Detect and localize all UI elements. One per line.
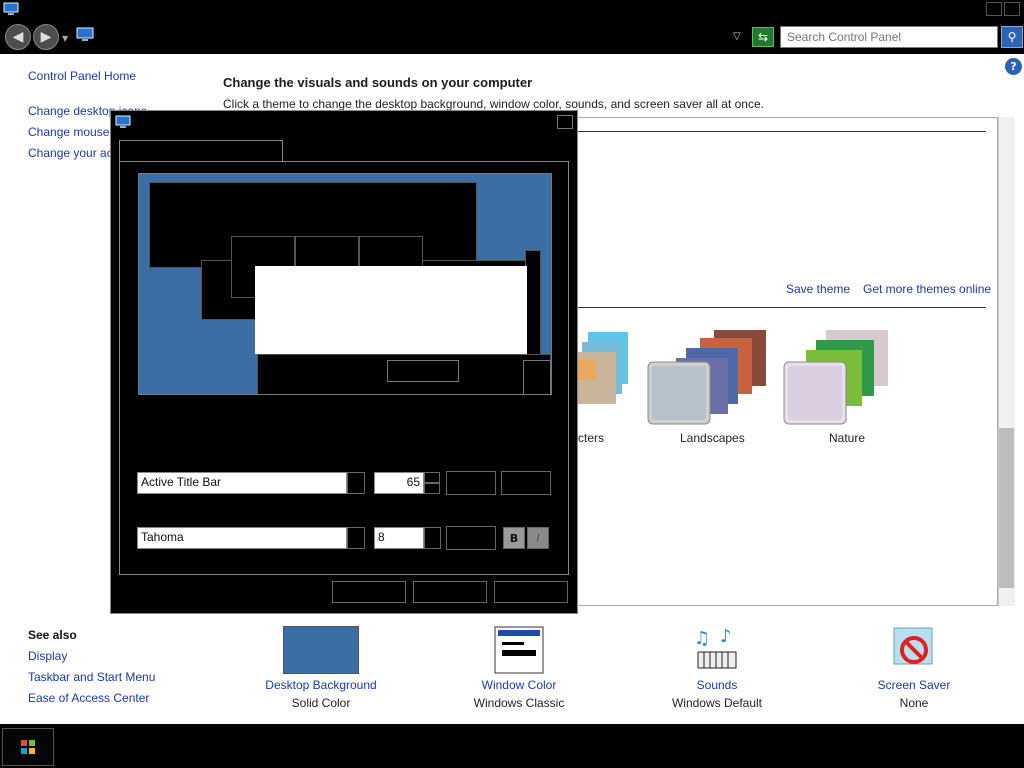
page-title: Change the visuals and sounds on your co… <box>223 75 533 90</box>
scrollbar-thumb[interactable] <box>999 428 1014 588</box>
bold-button[interactable]: B <box>503 527 525 549</box>
desktop-background-value: Solid Color <box>291 696 351 710</box>
search-icon: ⚲ <box>1007 30 1017 44</box>
item-size-spin-up[interactable] <box>424 472 440 483</box>
start-button[interactable] <box>2 728 54 766</box>
sounds-value: Windows Default <box>671 696 763 710</box>
navigation-bar: ◀ ▶ ▼ ▽ ⇆ ⚲ <box>0 20 1024 54</box>
get-more-themes-link[interactable]: Get more themes online <box>863 282 991 296</box>
window-color-link[interactable]: Window Color <box>439 678 599 692</box>
close-button[interactable] <box>1004 2 1020 16</box>
screen-saver-link[interactable]: Screen Saver <box>834 678 994 692</box>
appearance-preview[interactable] <box>138 173 552 395</box>
see-also-heading: See also <box>28 628 77 642</box>
theme-characters[interactable] <box>572 330 634 410</box>
window-color-value: Windows Classic <box>473 696 565 710</box>
item-select[interactable]: Active Title Bar <box>137 472 347 494</box>
item-select-dropdown-icon[interactable] <box>347 472 365 494</box>
address-control-panel-icon <box>76 27 94 46</box>
color1-picker[interactable] <box>446 471 496 495</box>
taskbar <box>0 724 1024 768</box>
svg-text:♫: ♫ <box>694 628 710 649</box>
screen-saver-value: None <box>899 696 929 710</box>
font-size-dropdown-icon[interactable] <box>424 527 441 549</box>
item-size-spin-down[interactable] <box>424 483 440 494</box>
desktop-background-link[interactable]: Desktop Background <box>241 678 401 692</box>
taskbar-start-menu-link[interactable]: Taskbar and Start Menu <box>28 670 155 684</box>
font-size-select[interactable]: 8 <box>374 527 424 549</box>
history-dropdown-icon[interactable]: ▼ <box>62 34 68 43</box>
screen-saver-icon[interactable] <box>890 624 940 674</box>
sounds-icon[interactable]: ♫ ♪ <box>692 626 742 674</box>
ok-button[interactable] <box>332 581 406 603</box>
font-select[interactable]: Tahoma <box>137 527 347 549</box>
sounds-link[interactable]: Sounds <box>637 678 797 692</box>
desktop-background-icon[interactable] <box>283 626 359 674</box>
apply-button[interactable] <box>494 581 568 603</box>
control-panel-home-link[interactable]: Control Panel Home <box>28 69 136 83</box>
title-bar <box>0 0 1024 20</box>
search-input[interactable] <box>780 26 998 48</box>
display-link[interactable]: Display <box>28 649 67 663</box>
window-color-icon[interactable] <box>494 626 544 674</box>
svg-text:♪: ♪ <box>720 626 732 647</box>
color2-picker[interactable] <box>501 471 551 495</box>
back-arrow-icon: ◀ <box>12 29 24 45</box>
font-color-picker[interactable] <box>446 526 496 550</box>
preview-scroll-arrow <box>523 360 551 394</box>
theme-label-landscapes: Landscapes <box>680 431 745 445</box>
save-theme-link[interactable]: Save theme <box>786 282 850 296</box>
theme-landscapes[interactable] <box>646 326 770 426</box>
theme-nature[interactable] <box>782 326 906 426</box>
ease-of-access-link[interactable]: Ease of Access Center <box>28 691 149 705</box>
preview-ok-button <box>387 360 459 382</box>
preview-message-box <box>255 266 527 354</box>
refresh-button[interactable]: ⇆ <box>752 27 774 47</box>
font-select-dropdown-icon[interactable] <box>347 527 365 549</box>
back-button[interactable]: ◀ <box>5 24 31 50</box>
theme-label-nature: Nature <box>829 431 866 445</box>
windows-logo-icon <box>21 740 35 754</box>
page-subtitle: Click a theme to change the desktop back… <box>223 97 764 111</box>
window-controls <box>986 2 1020 16</box>
item-size-input[interactable]: 65 <box>374 472 424 494</box>
dialog-close-button[interactable] <box>557 115 573 129</box>
dialog-icon <box>115 115 131 132</box>
maximize-button[interactable] <box>986 2 1002 16</box>
forward-arrow-icon: ▶ <box>40 29 52 45</box>
help-icon[interactable]: ? <box>1005 58 1022 75</box>
address-dropdown-icon[interactable]: ▽ <box>733 31 741 42</box>
search-button[interactable]: ⚲ <box>1001 26 1023 48</box>
dialog-tab[interactable] <box>119 140 283 162</box>
italic-button[interactable]: I <box>527 527 549 549</box>
appearance-dialog: Active Title Bar 65 Tahoma 8 B I <box>110 110 578 614</box>
control-panel-icon[interactable] <box>3 2 19 16</box>
section-divider <box>560 307 986 308</box>
screen: ◀ ▶ ▼ ▽ ⇆ ⚲ Control Panel Home Change de… <box>0 0 1024 768</box>
forward-button[interactable]: ▶ <box>33 24 59 50</box>
theme-label-characters: cters <box>578 431 605 445</box>
refresh-icon: ⇆ <box>757 30 769 44</box>
cancel-button[interactable] <box>413 581 487 603</box>
